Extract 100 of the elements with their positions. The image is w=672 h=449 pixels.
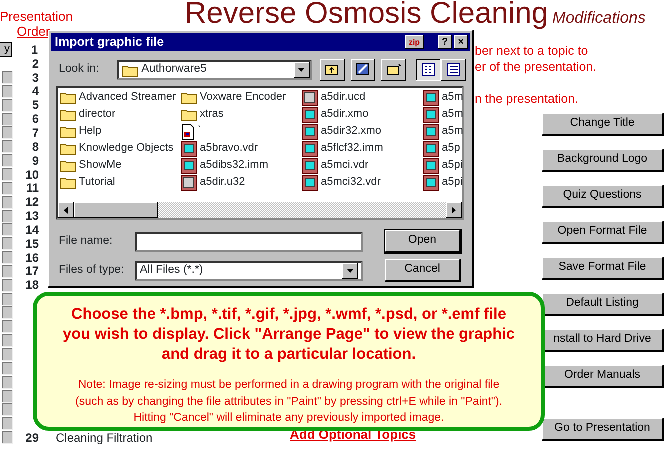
file-item[interactable]: ShowMe (60, 157, 181, 174)
sort-button[interactable]: y (0, 42, 12, 58)
details-view-icon (446, 62, 462, 78)
program-icon (423, 174, 439, 190)
file-name-field[interactable] (135, 232, 363, 252)
file-item[interactable]: a5mci32.vdr (302, 174, 423, 191)
file-item[interactable]: Help (60, 123, 181, 140)
menu-button[interactable]: Order Manuals (542, 365, 664, 388)
look-in-dropdown[interactable]: Authorware5 (116, 60, 312, 80)
file-item[interactable]: a5dir.u32 (181, 174, 302, 191)
file-item[interactable]: a5mci.vdr (302, 157, 423, 174)
folder-icon (60, 176, 76, 189)
checkbox[interactable] (2, 71, 13, 84)
desktop-button[interactable] (350, 59, 376, 81)
file-item[interactable]: Advanced Streamer (60, 89, 181, 106)
file-item[interactable]: a5pi (423, 174, 467, 191)
open-button[interactable]: Open (385, 230, 461, 253)
menu-button[interactable]: Quiz Questions (542, 185, 664, 208)
checkbox[interactable] (2, 348, 13, 361)
list-view-button[interactable] (416, 59, 442, 81)
checkbox[interactable] (2, 390, 13, 403)
scroll-right-icon (452, 206, 456, 214)
file-item[interactable]: a5pi (423, 157, 467, 174)
file-item[interactable]: xtras (181, 106, 302, 123)
program-icon (423, 158, 439, 174)
checkbox[interactable] (2, 278, 13, 292)
checkbox[interactable] (2, 168, 13, 182)
file-item[interactable]: a5m (423, 106, 467, 123)
new-folder-button[interactable] (381, 59, 406, 81)
order-link[interactable]: Order (17, 24, 50, 39)
folder-icon (60, 108, 76, 121)
program-icon (423, 124, 439, 140)
file-name: a5dibs32.imm (200, 158, 268, 174)
checkbox[interactable] (2, 84, 13, 98)
details-view-button[interactable] (441, 59, 466, 81)
menu-button[interactable]: Change Title (542, 113, 664, 136)
checkbox[interactable] (2, 403, 13, 416)
checkbox[interactable] (2, 376, 13, 389)
checkbox[interactable] (2, 417, 13, 430)
folder-icon (60, 142, 76, 155)
file-item[interactable]: ` (181, 123, 302, 140)
folder-icon (60, 91, 76, 104)
file-item[interactable]: Tutorial (60, 174, 181, 191)
file-item[interactable]: a5flcf32.imm (302, 140, 423, 157)
folder-name: Authorware5 (142, 62, 207, 78)
file-item[interactable]: a5dir32.xmo (302, 123, 423, 140)
checkbox[interactable] (2, 431, 13, 444)
checkbox[interactable] (2, 210, 13, 223)
program-icon (302, 106, 318, 122)
file-item[interactable]: a5p (423, 140, 467, 157)
close-button[interactable]: × (454, 35, 468, 49)
checkbox[interactable] (2, 140, 13, 154)
document-icon (181, 124, 195, 140)
checkbox[interactable] (2, 154, 13, 168)
menu-button[interactable]: Open Format File (542, 221, 664, 244)
checkbox[interactable] (2, 98, 13, 112)
file-name: a5p (442, 141, 460, 156)
file-item[interactable]: Voxware Encoder (181, 89, 302, 106)
file-name: Help (79, 124, 102, 140)
file-name: a5dir.u32 (200, 175, 246, 190)
file-item[interactable]: a5dir.xmo (302, 106, 423, 123)
page-subtitle: Modifications (552, 10, 646, 27)
file-name: a5m (442, 107, 464, 122)
file-name: a5dir.xmo (321, 107, 369, 122)
checkbox[interactable] (2, 362, 13, 375)
zip-button[interactable]: zip (404, 35, 424, 49)
caret-icon (298, 68, 306, 72)
checkbox[interactable] (2, 320, 13, 334)
checkbox[interactable] (2, 251, 13, 264)
checkbox[interactable] (2, 264, 13, 278)
file-item[interactable]: Knowledge Objects (60, 140, 181, 157)
menu-button[interactable]: Background Logo (542, 149, 664, 172)
file-item[interactable]: a5m (423, 89, 467, 106)
up-folder-button[interactable] (320, 59, 344, 81)
checkbox[interactable] (2, 196, 13, 209)
file-item[interactable]: director (60, 106, 181, 123)
menu-button[interactable]: nstall to Hard Drive (542, 329, 664, 352)
checkbox[interactable] (2, 223, 13, 236)
file-item[interactable]: a5m (423, 123, 467, 140)
program-icon (423, 106, 439, 122)
checkbox[interactable] (2, 182, 13, 195)
checkbox[interactable] (2, 126, 13, 140)
row-number: 29 (24, 430, 39, 447)
file-type-field[interactable]: All Files (*.*) (135, 260, 363, 280)
checkbox[interactable] (2, 112, 13, 126)
file-item[interactable]: a5dibs32.imm (181, 157, 302, 174)
file-item[interactable]: a5bravo.vdr (181, 140, 302, 157)
menu-button[interactable]: Default Listing (542, 293, 664, 316)
library-icon (181, 174, 197, 190)
desktop-icon (354, 62, 371, 78)
checkbox[interactable] (2, 334, 13, 348)
checkbox[interactable] (2, 306, 13, 320)
file-item[interactable]: a5dir.ucd (302, 89, 423, 106)
checkbox[interactable] (2, 292, 13, 306)
menu-button[interactable]: Save Format File (542, 257, 664, 280)
cancel-button[interactable]: Cancel (385, 259, 461, 282)
help-button[interactable]: ? (438, 35, 452, 49)
checkbox[interactable] (2, 237, 13, 250)
horizontal-scrollbar[interactable] (58, 202, 462, 218)
menu-button[interactable]: Go to Presentation (542, 418, 664, 441)
